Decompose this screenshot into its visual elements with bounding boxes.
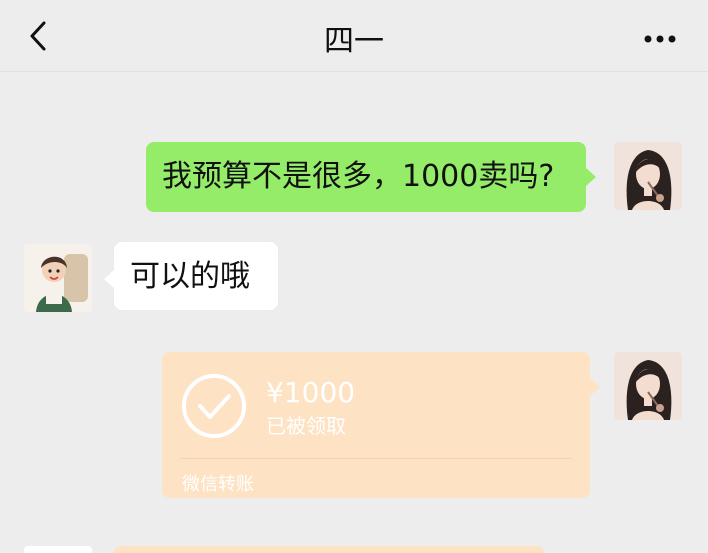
transfer-amount: ¥1000 (266, 376, 356, 409)
transfer-label: 微信转账 (182, 474, 254, 495)
message-text: 可以的哦 (130, 259, 250, 294)
avatar-other-partial[interactable] (24, 546, 92, 553)
more-dots-icon[interactable] (640, 22, 680, 52)
check-circle-icon (180, 372, 248, 440)
bubble-tail (104, 270, 114, 288)
message-bubble-partial[interactable] (114, 546, 544, 553)
transfer-status: 已被领取 (266, 414, 346, 438)
nav-bar: 四一 (0, 0, 708, 72)
chat-title: 四一 (324, 24, 384, 59)
message-bubble-other[interactable]: 可以的哦 (114, 242, 278, 310)
avatar-other[interactable] (24, 244, 92, 312)
transfer-card[interactable]: ¥1000 已被领取 微信转账 (162, 352, 590, 498)
transfer-divider (180, 458, 572, 459)
bubble-tail (586, 168, 596, 186)
bubble-tail (590, 378, 600, 396)
avatar-self[interactable] (614, 142, 682, 210)
avatar-self[interactable] (614, 352, 682, 420)
message-bubble-self[interactable]: 我预算不是很多，1000卖吗? (146, 142, 586, 212)
message-text: 我预算不是很多，1000卖吗? (162, 159, 555, 194)
